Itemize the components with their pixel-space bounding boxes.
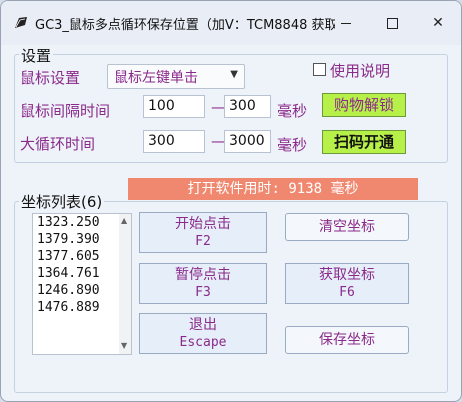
pause-click-hotkey: F3: [195, 284, 211, 300]
save-coords-label: 保存坐标: [319, 332, 375, 348]
list-item[interactable]: 1323.250: [37, 215, 100, 230]
title-bar[interactable]: GC3_鼠标多点循环保存位置（加V：TCM8848 获取... ✕: [1, 1, 461, 45]
exit-label: 退出: [189, 316, 217, 333]
pause-click-label: 暂停点击: [175, 266, 231, 283]
mouse-mode-select[interactable]: 鼠标左键单击 ▼: [107, 64, 245, 89]
mouse-mode-value: 鼠标左键单击: [114, 70, 198, 86]
list-item[interactable]: 1364.761: [37, 266, 100, 281]
list-item[interactable]: 1379.390: [37, 232, 100, 247]
list-scrollbar[interactable]: ▲ ▼: [119, 214, 131, 354]
app-logo-icon: [15, 17, 27, 28]
interval-max-input[interactable]: 300: [224, 95, 271, 118]
interval-label: 鼠标间隔时间: [20, 102, 111, 120]
start-click-hotkey: F2: [195, 233, 211, 249]
list-item[interactable]: 1476.889: [37, 300, 100, 315]
scroll-up-icon[interactable]: ▲: [121, 216, 127, 225]
exit-button[interactable]: 退出 Escape: [139, 313, 267, 354]
start-click-label: 开始点击: [175, 215, 231, 232]
list-item[interactable]: 1377.605: [37, 249, 100, 264]
interval-unit-label: 毫秒: [277, 102, 308, 120]
maximize-button[interactable]: [369, 1, 415, 45]
coords-list[interactable]: 1323.250 1379.390 1377.605 1364.761 1246…: [32, 213, 132, 355]
get-coords-hotkey: F6: [339, 284, 355, 300]
app-window: GC3_鼠标多点循环保存位置（加V：TCM8848 获取... ✕ 设置 鼠标设…: [0, 0, 462, 402]
settings-group-label: 设置: [19, 45, 54, 66]
loop-max-input[interactable]: 3000: [224, 130, 271, 153]
loop-min-input[interactable]: 300: [143, 130, 205, 153]
scan-activate-button[interactable]: 扫码开通: [322, 130, 406, 154]
get-coords-button[interactable]: 获取坐标 F6: [285, 263, 409, 304]
coords-group-label: 坐标列表(6): [19, 191, 105, 212]
list-item[interactable]: 1246.890: [37, 283, 100, 298]
save-coords-button[interactable]: 保存坐标: [285, 326, 409, 354]
loop-label: 大循环时间: [20, 135, 96, 153]
clear-coords-label: 清空坐标: [319, 219, 375, 235]
help-checkbox[interactable]: [313, 63, 326, 76]
close-button[interactable]: ✕: [415, 1, 461, 45]
pause-click-button[interactable]: 暂停点击 F3: [139, 263, 267, 304]
get-coords-label: 获取坐标: [319, 266, 375, 283]
exit-hotkey: Escape: [179, 334, 227, 350]
start-click-button[interactable]: 开始点击 F2: [139, 212, 267, 253]
mouse-setting-label: 鼠标设置: [20, 69, 81, 87]
help-label[interactable]: 使用说明: [330, 60, 390, 81]
chevron-down-icon: ▼: [230, 69, 238, 80]
minimize-button[interactable]: [323, 1, 369, 45]
scroll-down-icon[interactable]: ▼: [121, 341, 127, 350]
interval-min-input[interactable]: 100: [143, 95, 205, 118]
loop-unit-label: 毫秒: [277, 136, 308, 154]
buy-unlock-button[interactable]: 购物解锁: [322, 93, 406, 117]
elapsed-time-banner: 打开软件用时: 9138 毫秒: [128, 178, 418, 200]
window-title: GC3_鼠标多点循环保存位置（加V：TCM8848 获取...: [35, 18, 335, 33]
clear-coords-button[interactable]: 清空坐标: [285, 213, 409, 241]
